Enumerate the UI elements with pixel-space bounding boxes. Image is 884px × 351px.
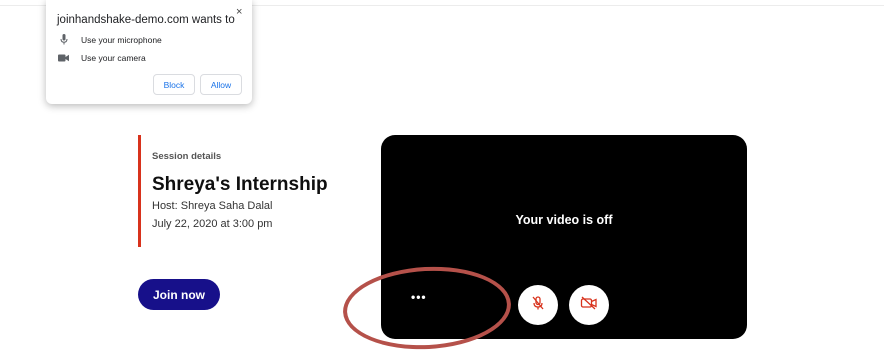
accent-bar (138, 135, 141, 247)
session-host: Host: Shreya Saha Dalal (152, 200, 273, 212)
microphone-icon (57, 34, 70, 45)
permission-popup: joinhandshake-demo.com wants to × Use yo… (46, 0, 252, 104)
video-status: Your video is off (515, 213, 613, 227)
permission-item-label: Use your microphone (81, 34, 162, 45)
session-title: Shreya's Internship (152, 174, 328, 195)
camera-toggle-button[interactable] (569, 285, 609, 325)
permission-item-camera: Use your camera (57, 52, 146, 63)
permission-item-label: Use your camera (81, 52, 146, 63)
allow-button[interactable]: Allow (200, 74, 242, 95)
video-preview: Your video is off ••• (381, 135, 747, 339)
permission-title: joinhandshake-demo.com wants to (57, 14, 235, 26)
permission-item-microphone: Use your microphone (57, 34, 162, 45)
camera-icon (57, 52, 70, 63)
more-options-icon[interactable]: ••• (411, 291, 427, 303)
join-now-button[interactable]: Join now (138, 279, 220, 310)
session-date: July 22, 2020 at 3:00 pm (152, 218, 273, 230)
close-icon[interactable]: × (236, 6, 242, 18)
session-details-label: Session details (152, 151, 222, 162)
microphone-toggle-button[interactable] (518, 285, 558, 325)
microphone-muted-icon (530, 295, 546, 316)
block-button[interactable]: Block (153, 74, 195, 95)
camera-off-icon (580, 296, 598, 315)
